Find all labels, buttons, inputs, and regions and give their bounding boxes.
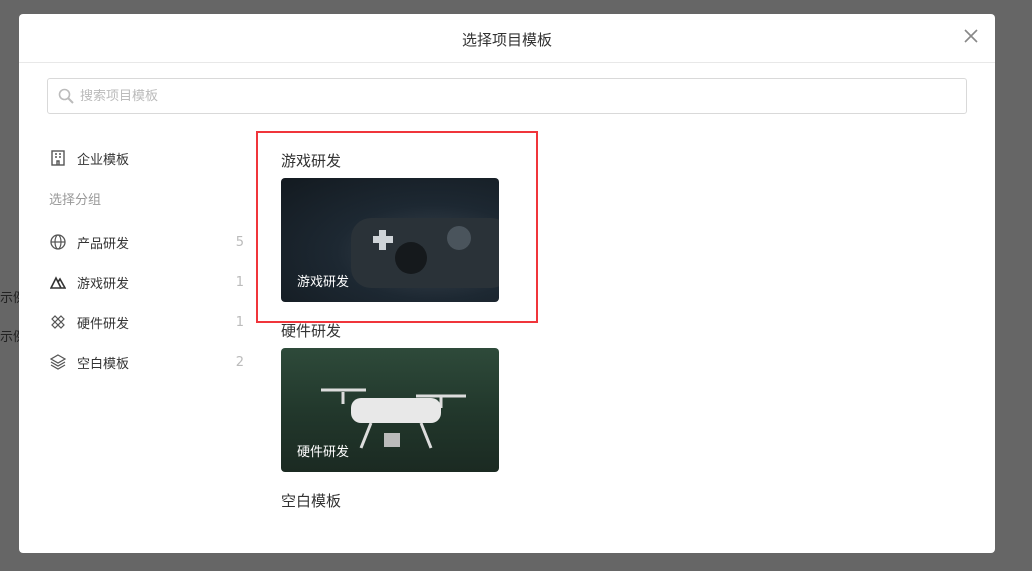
building-icon <box>49 149 67 167</box>
sidebar-item-count: 1 <box>235 274 244 290</box>
globe-icon <box>49 233 67 251</box>
sidebar: 企业模板 选择分组 产品研发 5 游戏研发 1 硬件研发 1 空白模板 2 <box>49 138 244 382</box>
sidebar-item-blank[interactable]: 空白模板 2 <box>49 342 244 382</box>
sidebar-item-enterprise[interactable]: 企业模板 <box>49 138 244 178</box>
sidebar-item-label: 空白模板 <box>77 356 130 372</box>
close-icon <box>964 29 978 43</box>
modal-title: 选择项目模板 <box>19 14 995 63</box>
sidebar-item-label: 游戏研发 <box>77 276 130 292</box>
card-label: 硬件研发 <box>297 445 350 460</box>
group-heading: 选择分组 <box>49 193 102 208</box>
tools-icon <box>49 313 67 331</box>
section-title: 空白模板 <box>281 492 342 510</box>
sidebar-item-label: 企业模板 <box>77 152 130 168</box>
mountain-icon <box>49 273 67 291</box>
close-button[interactable] <box>961 26 981 46</box>
sidebar-item-count: 5 <box>235 234 244 250</box>
sidebar-item-label: 硬件研发 <box>77 316 130 332</box>
layers-icon <box>49 353 67 371</box>
sidebar-item-count: 2 <box>235 354 244 370</box>
search-field[interactable] <box>47 78 967 114</box>
template-card-hardware[interactable]: 硬件研发 <box>281 348 499 472</box>
search-input[interactable] <box>80 88 880 104</box>
sidebar-item-game[interactable]: 游戏研发 1 <box>49 262 244 302</box>
sidebar-item-count: 1 <box>235 314 244 330</box>
sidebar-item-hardware[interactable]: 硬件研发 1 <box>49 302 244 342</box>
sidebar-item-product[interactable]: 产品研发 5 <box>49 222 244 262</box>
sidebar-item-label: 产品研发 <box>77 236 130 252</box>
search-icon <box>58 88 74 104</box>
highlight-box <box>256 131 538 323</box>
